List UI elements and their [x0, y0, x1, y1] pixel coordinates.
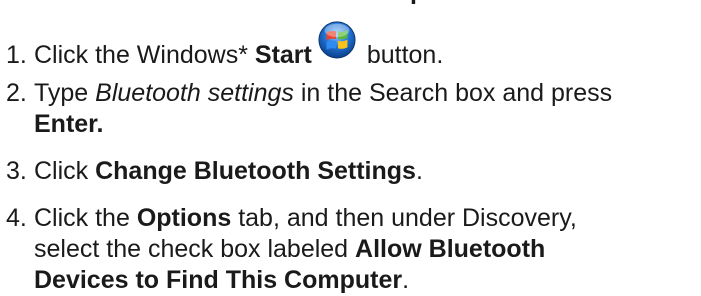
section-heading-fragment: p: [30, 0, 425, 7]
step-2-enter-key: Enter.: [34, 110, 104, 138]
step-1-text-a: Click the Windows*: [34, 41, 255, 69]
step-number: 4.: [6, 204, 27, 232]
step-1-text-c: button.: [359, 41, 444, 69]
step-4-line-2: select the check box labeled Allow Bluet…: [6, 234, 577, 265]
step-4: 4. Click the Options tab, and then under …: [6, 203, 577, 296]
windows-start-orb-icon: [318, 21, 356, 67]
step-2-text-a: Type: [34, 79, 96, 107]
step-number: 2.: [6, 79, 27, 107]
step-2-text-c: in the Search box and press: [293, 79, 613, 107]
step-4-text-d: select the check box labeled: [34, 235, 356, 263]
step-4-text-g: .: [402, 266, 410, 294]
instructions-page: p 1.Click the Windows* Start: [0, 0, 701, 294]
step-4-text-a: Click the: [34, 204, 137, 232]
step-3-change-settings-label: Change Bluetooth Settings: [95, 157, 416, 185]
step-number: 3.: [6, 157, 27, 185]
step-3-text-c: .: [415, 157, 423, 185]
step-4-text-c: tab, and then under Discovery,: [231, 204, 577, 232]
step-4-options-tab-label: Options: [136, 204, 232, 232]
step-4-checkbox-label-b: Devices to Find This Computer: [34, 266, 403, 294]
heading-fragment-text: p: [410, 0, 425, 5]
step-2-search-term: Bluetooth settings: [95, 79, 294, 107]
step-1-start-label: Start: [254, 41, 312, 69]
step-3: 3. Click Change Bluetooth Settings.: [6, 156, 423, 187]
step-4-checkbox-label-a: Allow Bluetooth: [355, 235, 546, 263]
step-1: 1. Click the Windows* Start button.: [6, 21, 444, 71]
step-4-line-3: Devices to Find This Computer.: [6, 265, 577, 296]
step-2: 2. Type Bluetooth settings in the Search …: [6, 78, 612, 140]
step-3-text-a: Click: [34, 157, 96, 185]
step-number: 1.: [6, 41, 27, 69]
